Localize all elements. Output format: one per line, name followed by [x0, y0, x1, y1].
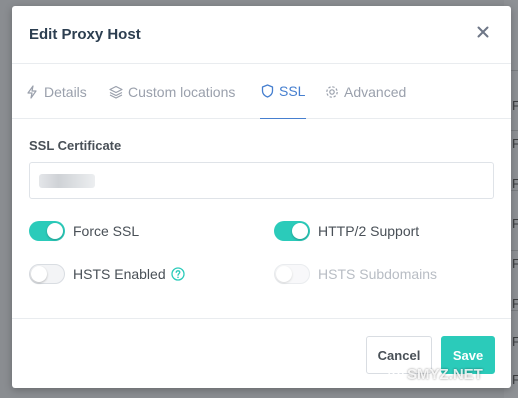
hsts-enabled-label: HSTS Enabled	[73, 266, 166, 282]
question-circle-icon[interactable]	[170, 267, 185, 281]
background-row-text: F	[512, 136, 518, 151]
background-row-text: F	[512, 98, 518, 113]
watermark: SMYZ.NET	[388, 366, 483, 383]
tab-label: Custom locations	[128, 83, 236, 100]
watermark-text: SMYZ.NET	[407, 366, 483, 383]
http2-support-toggle[interactable]: HTTP/2 Support	[274, 221, 419, 241]
force-ssl-toggle[interactable]: Force SSL	[29, 221, 139, 241]
modal-header: Edit Proxy Host	[12, 6, 511, 64]
hsts-subdomains-switch	[274, 264, 310, 284]
background-row-text: F	[512, 372, 518, 387]
background-row-text: F	[512, 334, 518, 349]
ssl-certificate-label: SSL Certificate	[29, 138, 122, 153]
tab-label: SSL	[279, 83, 306, 99]
hsts-subdomains-toggle: HSTS Subdomains	[274, 264, 437, 284]
layers-icon	[109, 85, 123, 99]
hsts-enabled-toggle[interactable]: HSTS Enabled	[29, 264, 185, 284]
hsts-subdomains-label: HSTS Subdomains	[318, 266, 438, 282]
tab-bar: Details Custom locations SSL Advanced	[12, 64, 511, 119]
tab-label: Advanced	[344, 83, 407, 100]
force-ssl-label: Force SSL	[73, 223, 140, 239]
http2-support-switch[interactable]	[274, 221, 310, 241]
force-ssl-switch[interactable]	[29, 221, 65, 241]
tab-ssl[interactable]: SSL	[260, 64, 307, 119]
tab-label: Details	[44, 83, 87, 100]
background-row-text: F	[512, 176, 518, 191]
background-row-text: F	[512, 216, 518, 231]
smiley-icon	[388, 366, 404, 383]
background-row-text: F	[512, 256, 518, 271]
tab-advanced[interactable]: Advanced	[325, 64, 406, 119]
http2-support-label: HTTP/2 Support	[318, 223, 420, 239]
lightning-icon	[27, 84, 37, 99]
background-row-text: F	[512, 296, 518, 311]
ssl-certificate-select[interactable]	[29, 162, 494, 199]
edit-proxy-host-modal: Edit Proxy Host Details Custom locations	[12, 6, 511, 388]
tab-details[interactable]: Details	[25, 64, 87, 119]
modal-title: Edit Proxy Host	[29, 26, 141, 43]
hsts-enabled-switch[interactable]	[29, 264, 65, 284]
redacted-certificate-value	[39, 174, 95, 188]
close-icon[interactable]	[475, 24, 491, 40]
tab-custom-locations[interactable]: Custom locations	[109, 64, 235, 119]
shield-icon	[261, 84, 274, 98]
gear-icon	[326, 85, 338, 98]
